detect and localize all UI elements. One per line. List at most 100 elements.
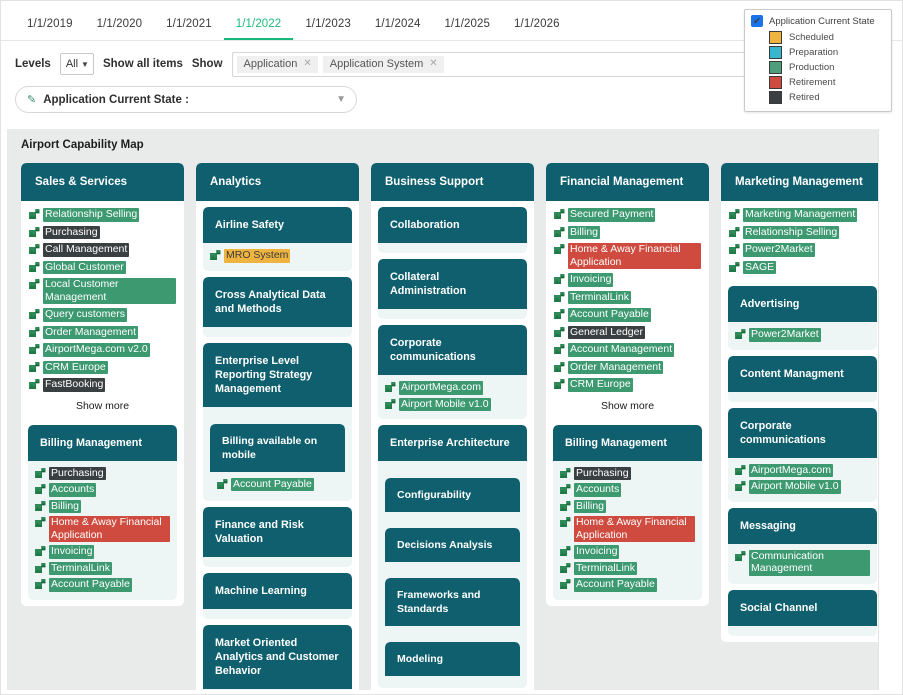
application-item[interactable]: Secured Payment [554,208,701,222]
legend-item[interactable]: Retirement [751,75,885,90]
legend-item[interactable]: Scheduled [751,30,885,45]
year-tab[interactable]: 1/1/2026 [502,14,572,40]
application-item[interactable]: TerminalLink [554,290,701,304]
application-item[interactable]: Account Payable [35,578,170,592]
capability-subcard-title[interactable]: Advertising [728,286,877,322]
capability-subcard-title[interactable]: Corporate communications [378,325,527,375]
application-item[interactable]: TerminalLink [560,561,695,575]
capability-column-title[interactable]: Analytics [196,163,359,201]
year-tab[interactable]: 1/1/2020 [85,14,155,40]
capability-subcard-title[interactable]: Billing available on mobile [210,423,345,472]
capability-column-title[interactable]: Business Support [371,163,534,201]
capability-subcard-title[interactable]: Messaging [728,507,877,544]
legend-header[interactable]: ✔ Application Current State [751,15,885,27]
application-current-state-filter[interactable]: ✎ Application Current State : ▼ [15,86,357,113]
application-icon [210,250,221,261]
application-item[interactable]: Accounts [560,483,695,497]
capability-subcard-title[interactable]: Decisions Analysis [385,528,520,562]
capability-subcard-body [385,512,520,522]
year-tab[interactable]: 1/1/2019 [15,14,85,40]
application-item[interactable]: Order Management [29,325,176,339]
application-item[interactable]: Billing [35,499,170,513]
capability-subcard-title[interactable]: Frameworks and Standards [385,578,520,626]
application-item[interactable]: Relationship Selling [729,225,876,239]
application-item[interactable]: Home & Away Financial Application [554,243,701,269]
application-item[interactable]: Billing [554,225,701,239]
capability-subcard-title[interactable]: Social Channel [728,589,877,626]
capability-subcard-title[interactable]: Enterprise Level Reporting Strategy Mana… [203,342,352,407]
application-item[interactable]: Local Customer Management [29,278,176,304]
application-item[interactable]: CRM Europe [554,378,701,392]
close-icon[interactable]: ✕ [429,58,437,69]
show-filter-chip[interactable]: Application System ✕ [322,55,444,73]
capability-column-title[interactable]: Sales & Services [21,163,184,201]
application-item[interactable]: FastBooking [29,378,176,392]
legend-item[interactable]: Preparation [751,45,885,60]
application-item[interactable]: Airport Mobile v1.0 [735,480,870,494]
application-item[interactable]: Power2Market [735,328,870,342]
capability-subcard-title[interactable]: Machine Learning [203,573,352,609]
capability-subcard-title[interactable]: Enterprise Architecture [378,425,527,461]
application-item[interactable]: Purchasing [560,466,695,480]
application-item[interactable]: Billing [560,499,695,513]
capability-subcard-title[interactable]: Finance and Risk Valuation [203,507,352,557]
levels-select[interactable]: All ▼ [59,53,94,75]
application-item[interactable]: Invoicing [35,545,170,559]
application-item[interactable]: Purchasing [35,466,170,480]
application-item[interactable]: SAGE [729,260,876,274]
application-item[interactable]: Account Payable [554,308,701,322]
application-item[interactable]: Call Management [29,243,176,257]
application-item[interactable]: Global Customer [29,260,176,274]
application-item[interactable]: Home & Away Financial Application [35,516,170,542]
application-item[interactable]: AirportMega.com [385,381,520,395]
application-item[interactable]: General Ledger [554,325,701,339]
capability-subcard-title[interactable]: Market Oriented Analytics and Customer B… [203,625,352,689]
legend-item[interactable]: Production [751,60,885,75]
show-more-button[interactable]: Show more [21,398,184,419]
application-item[interactable]: AirportMega.com [735,463,870,477]
application-item[interactable]: Airport Mobile v1.0 [385,397,520,411]
capability-subcard-title[interactable]: Configurability [385,478,520,512]
application-item[interactable]: Order Management [554,360,701,374]
application-item[interactable]: Accounts [35,483,170,497]
application-item[interactable]: Query customers [29,308,176,322]
application-item[interactable]: Marketing Management [729,208,876,222]
application-item[interactable]: Account Payable [560,578,695,592]
application-icon [35,546,46,557]
capability-subcard-title[interactable]: Cross Analytical Data and Methods [203,276,352,327]
application-item[interactable]: AirportMega.com v2.0 [29,343,176,357]
application-item[interactable]: Communication Management [735,549,870,576]
capability-column-title[interactable]: Marketing Management [721,163,884,201]
application-item[interactable]: CRM Europe [29,360,176,374]
application-item[interactable]: Account Management [554,343,701,357]
application-item[interactable]: Power2Market [729,243,876,257]
year-tab[interactable]: 1/1/2022 [223,14,294,40]
capability-subcard-title[interactable]: Modeling [385,642,520,676]
capability-subcard-title[interactable]: Corporate communications [728,407,877,458]
year-tab[interactable]: 1/1/2025 [432,14,502,40]
application-item[interactable]: Invoicing [554,273,701,287]
show-more-button[interactable]: Show more [546,398,709,419]
close-icon[interactable]: ✕ [303,58,311,69]
application-item[interactable]: TerminalLink [35,561,170,575]
application-item[interactable]: MRO System [210,249,345,263]
capability-column-title[interactable]: Financial Management [546,163,709,201]
application-item[interactable]: Account Payable [217,477,338,491]
legend-checkbox[interactable]: ✔ [751,15,763,27]
legend-item[interactable]: Retired [751,90,885,105]
year-tab[interactable]: 1/1/2023 [293,14,363,40]
application-item[interactable]: Home & Away Financial Application [560,516,695,542]
capability-subcard-title[interactable]: Billing Management [28,424,177,461]
show-filter-chip[interactable]: Application ✕ [236,55,318,73]
application-item[interactable]: Purchasing [29,225,176,239]
application-item[interactable]: Relationship Selling [29,208,176,222]
capability-subcard-title[interactable]: Airline Safety [203,207,352,243]
year-tab[interactable]: 1/1/2024 [363,14,433,40]
show-all-items-button[interactable]: Show all items [103,58,183,70]
capability-subcard-title[interactable]: Billing Management [553,424,702,461]
application-item[interactable]: Invoicing [560,545,695,559]
capability-subcard-title[interactable]: Collaboration [378,207,527,243]
capability-subcard-title[interactable]: Collateral Administration [378,259,527,309]
year-tab[interactable]: 1/1/2021 [154,14,224,40]
capability-subcard-title[interactable]: Content Managment [728,355,877,392]
